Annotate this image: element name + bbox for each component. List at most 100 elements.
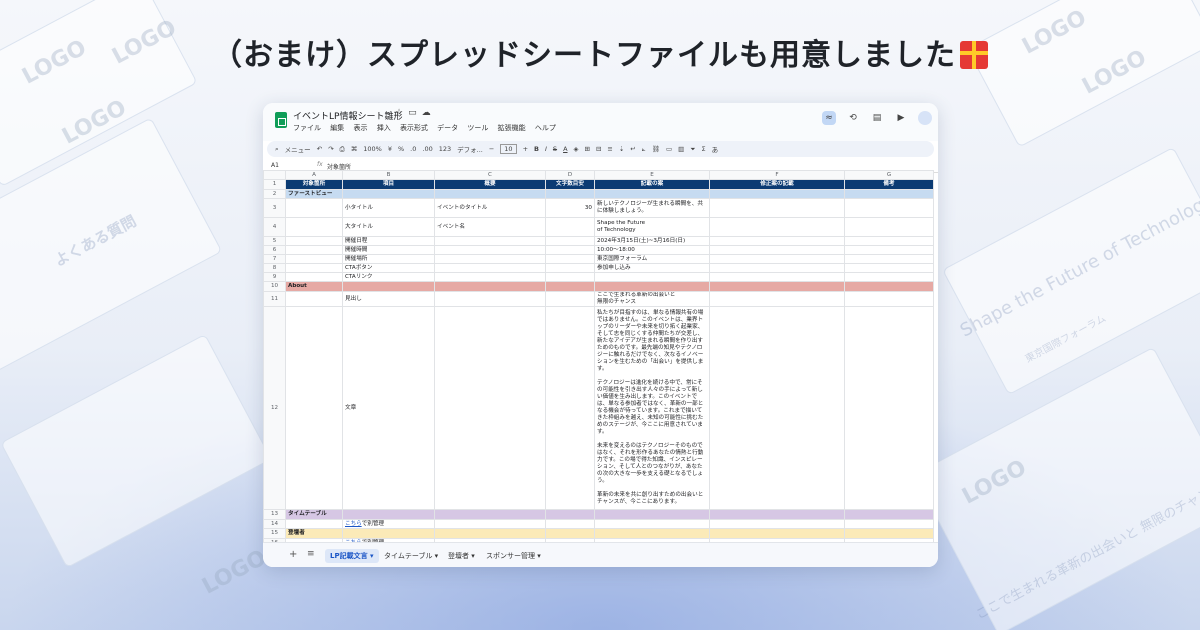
cell-c[interactable] <box>434 509 546 520</box>
cell-g[interactable] <box>844 198 934 218</box>
document-title[interactable]: イベントLP情報シート雛形 <box>293 109 402 122</box>
cell-d[interactable] <box>545 236 595 246</box>
cell-d[interactable]: 30 <box>545 198 595 218</box>
cell-g[interactable] <box>844 245 934 255</box>
strikethrough-button[interactable]: S <box>553 145 557 153</box>
column-header[interactable]: G <box>844 170 934 180</box>
menu-search[interactable]: メニュー <box>285 144 311 154</box>
row-header[interactable]: 10 <box>263 281 286 292</box>
row-header[interactable]: 6 <box>263 245 286 255</box>
cell-c[interactable] <box>434 254 546 264</box>
row-header[interactable]: 9 <box>263 272 286 282</box>
cell-c[interactable] <box>434 272 546 282</box>
column-header[interactable]: A <box>285 170 343 180</box>
cell-f[interactable] <box>709 281 845 292</box>
cell-a[interactable] <box>285 198 343 218</box>
column-header[interactable]: E <box>594 170 710 180</box>
row-header[interactable]: 14 <box>263 519 286 529</box>
cell-b[interactable]: CTAボタン <box>342 263 435 273</box>
row-header[interactable]: 2 <box>263 189 286 199</box>
row-header[interactable]: 7 <box>263 254 286 264</box>
cell-b[interactable]: 開催時間 <box>342 245 435 255</box>
cell-e[interactable]: ここで生まれる革新の出会いと 無限のチャンス <box>594 291 710 307</box>
menu-file[interactable]: ファイル <box>293 124 321 132</box>
cell-a[interactable]: ファーストビュー <box>285 189 343 199</box>
cell-f[interactable] <box>709 291 845 307</box>
cell-f[interactable] <box>709 254 845 264</box>
cell-c[interactable] <box>434 281 546 292</box>
cell-e[interactable] <box>594 272 710 282</box>
redo-icon[interactable]: ↷ <box>328 145 333 153</box>
cell-g[interactable] <box>844 263 934 273</box>
cell-e[interactable]: 10:00〜18:00 <box>594 245 710 255</box>
link-icon[interactable]: ⛓ <box>652 145 660 153</box>
print-icon[interactable]: ⎙ <box>340 145 345 154</box>
cell-b[interactable] <box>342 528 435 539</box>
cell-a[interactable] <box>285 306 343 510</box>
header-cell[interactable]: 備考 <box>844 179 934 190</box>
header-cell[interactable]: 項目 <box>342 179 435 190</box>
borders-icon[interactable]: ⊞ <box>585 145 590 153</box>
cell-e[interactable]: 私たちが目指すのは、単なる情報共有の場ではありません。このイベントは、業界トップ… <box>594 306 710 510</box>
text-color-button[interactable]: A <box>563 145 567 153</box>
search-icon[interactable]: ⌕ <box>275 145 279 154</box>
undo-icon[interactable]: ↶ <box>317 145 322 153</box>
cell-a[interactable]: タイムテーブル <box>285 509 343 520</box>
font-size-input[interactable]: 10 <box>500 144 517 154</box>
cell-c[interactable]: イベント名 <box>434 217 546 237</box>
valign-icon[interactable]: ⇣ <box>619 145 624 153</box>
cell-f[interactable] <box>709 198 845 218</box>
cell-g[interactable] <box>844 281 934 292</box>
cell-e[interactable]: 新しいテクノロジーが生まれる瞬間を、共に体験しましょう。 <box>594 198 710 218</box>
select-all-corner[interactable] <box>263 170 286 180</box>
sheet-link[interactable]: こちら <box>345 521 362 527</box>
menu-extensions[interactable]: 拡張機能 <box>498 124 526 132</box>
cell-f[interactable] <box>709 272 845 282</box>
chart-icon[interactable]: ▥ <box>678 145 684 153</box>
cell-g[interactable] <box>844 519 934 529</box>
column-header[interactable]: D <box>545 170 595 180</box>
cell-a[interactable] <box>285 245 343 255</box>
cell-d[interactable] <box>545 263 595 273</box>
meet-icon[interactable]: ▶ <box>894 111 908 125</box>
cell-b[interactable] <box>342 281 435 292</box>
cell-f[interactable] <box>709 263 845 273</box>
cell-d[interactable] <box>545 254 595 264</box>
cell-f[interactable] <box>709 245 845 255</box>
insert-comment-icon[interactable]: ▭ <box>666 145 672 153</box>
row-header[interactable]: 12 <box>263 306 286 510</box>
cell-c[interactable] <box>434 236 546 246</box>
star-icon[interactable]: ☆ <box>395 108 408 118</box>
cell-a[interactable] <box>285 217 343 237</box>
align-icon[interactable]: ≡ <box>607 145 612 153</box>
cell-a[interactable] <box>285 519 343 529</box>
merge-icon[interactable]: ⊟ <box>596 145 601 153</box>
percent-button[interactable]: % <box>398 145 404 153</box>
font-size-decrease[interactable]: − <box>489 145 494 153</box>
menu-data[interactable]: データ <box>437 124 458 132</box>
number-format-button[interactable]: 123 <box>439 145 451 153</box>
cell-b[interactable]: 文章 <box>342 306 435 510</box>
rotate-icon[interactable]: ⟀ <box>642 145 646 154</box>
cell-a[interactable] <box>285 272 343 282</box>
cell-f[interactable] <box>709 509 845 520</box>
cell-a[interactable] <box>285 263 343 273</box>
cell-d[interactable] <box>545 272 595 282</box>
folder-icon[interactable]: ▭ <box>408 108 422 118</box>
menu-format[interactable]: 表示形式 <box>400 124 428 132</box>
cell-a[interactable]: About <box>285 281 343 292</box>
header-cell[interactable]: 修正案の記載 <box>709 179 845 190</box>
cell-g[interactable] <box>844 272 934 282</box>
cell-a[interactable] <box>285 291 343 307</box>
fill-color-icon[interactable]: ◈ <box>574 145 579 153</box>
cell-b[interactable] <box>342 509 435 520</box>
column-header[interactable]: B <box>342 170 435 180</box>
menu-edit[interactable]: 編集 <box>330 124 344 132</box>
increase-decimal-button[interactable]: .00 <box>422 145 432 153</box>
menu-help[interactable]: ヘルプ <box>535 124 556 132</box>
cell-d[interactable] <box>545 509 595 520</box>
cell-e[interactable]: 2024年3月15日(土)~3月16日(日) <box>594 236 710 246</box>
zoom-select[interactable]: 100% <box>363 145 382 153</box>
cell-c[interactable]: イベントのタイトル <box>434 198 546 218</box>
sheets-logo-icon[interactable] <box>275 112 287 128</box>
